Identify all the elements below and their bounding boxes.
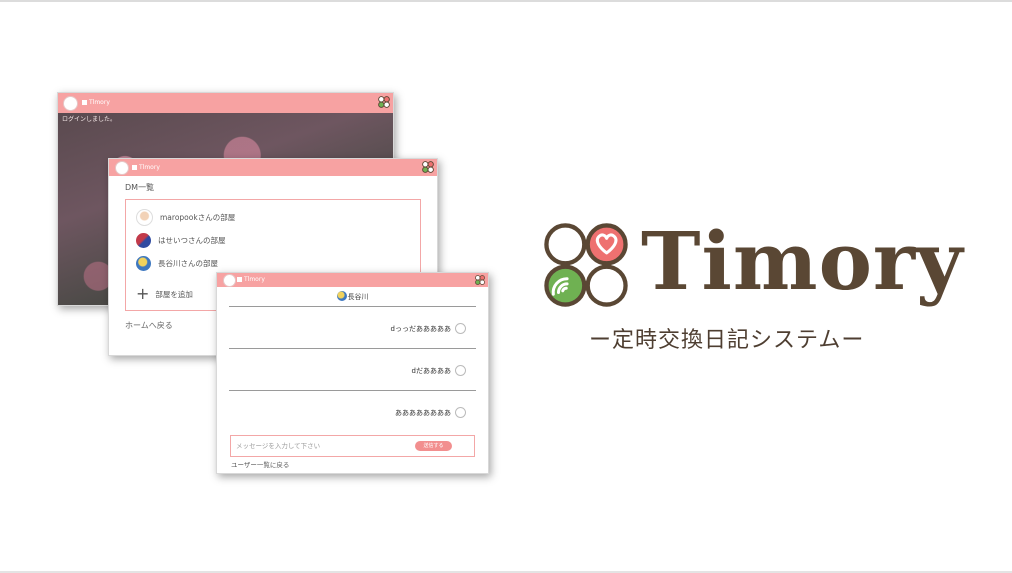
sender-avatar (455, 323, 466, 334)
brand-tagline: ー定時交換日記システムー (589, 328, 865, 353)
divider (229, 348, 476, 349)
add-room-label: 部屋を追加 (155, 289, 193, 299)
clover-logo-icon[interactable] (475, 275, 485, 285)
message-text: dだああああ (411, 366, 451, 375)
room-avatar (136, 208, 153, 226)
message-input[interactable] (236, 440, 406, 452)
back-to-user-list-link[interactable]: ユーザー一覧に戻る (231, 459, 289, 469)
room-avatar (136, 232, 151, 248)
message-text: dっっだあああああ (390, 324, 451, 333)
partner-name: 長谷川 (347, 293, 369, 301)
partner-avatar (336, 291, 347, 301)
send-button[interactable]: 送信する (415, 441, 452, 451)
divider (229, 390, 476, 391)
sender-avatar (455, 407, 466, 418)
clover-logo-icon[interactable] (422, 161, 434, 173)
chat-message: dだああああ (412, 365, 466, 376)
room-item-hasegawa[interactable]: 長谷川さんの部屋 (136, 254, 218, 272)
chat-message: ああああああああ (395, 407, 466, 418)
app-brand[interactable]: Tlmory (132, 164, 160, 171)
timory-clover-logo-icon (544, 223, 628, 307)
user-avatar[interactable] (115, 161, 129, 175)
message-compose-box: 送信する (230, 435, 475, 457)
title-bar: Tlmory (109, 159, 437, 176)
room-label: 長谷川さんの部屋 (158, 258, 218, 268)
clover-logo-icon[interactable] (378, 96, 390, 108)
brand-wordmark: Timory (641, 214, 964, 308)
user-avatar[interactable] (63, 96, 78, 111)
back-to-home-link[interactable]: ホームへ戻る (125, 320, 173, 331)
room-item-maropook[interactable]: maropookさんの部屋 (136, 208, 235, 226)
chat-partner-header: 長谷川 (217, 291, 488, 302)
user-avatar[interactable] (223, 274, 236, 287)
chat-message: dっっだあああああ (391, 323, 466, 334)
room-label: はせいつさんの部屋 (158, 235, 226, 245)
dm-list-title: DM一覧 (125, 183, 155, 192)
divider (229, 306, 476, 307)
sender-avatar (455, 365, 466, 376)
app-brand[interactable]: Tlmory (237, 276, 265, 283)
message-text: ああああああああ (395, 408, 451, 417)
add-room-button[interactable]: + 部屋を追加 (136, 286, 193, 302)
plus-icon: + (136, 284, 150, 303)
top-divider (0, 0, 1012, 2)
room-label: maropookさんの部屋 (160, 212, 236, 222)
chat-window: Tlmory 長谷川 dっっだあああああ dだああああ ああああああああ 送信す… (216, 272, 489, 474)
room-item-haseitsu[interactable]: はせいつさんの部屋 (136, 231, 226, 249)
login-message: ログインしました。 (62, 116, 117, 123)
app-brand[interactable]: Tlmory (82, 99, 110, 106)
title-bar: Tlmory (58, 93, 393, 113)
room-avatar (136, 255, 151, 271)
title-bar: Tlmory (217, 273, 488, 287)
